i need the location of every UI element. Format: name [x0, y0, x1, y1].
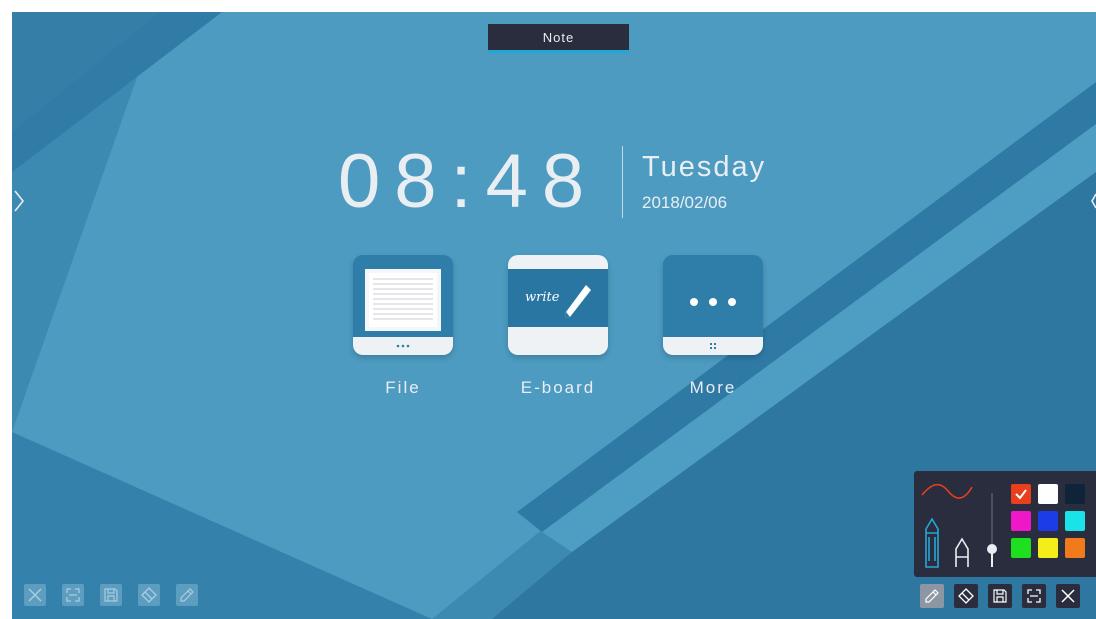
right-eraser-button[interactable]: [954, 584, 978, 608]
right-pen-button[interactable]: [920, 584, 944, 608]
right-toolbar: [920, 584, 1080, 608]
color-swatch-white[interactable]: [1038, 484, 1058, 504]
close-icon: [28, 588, 42, 602]
check-icon: [1015, 489, 1027, 500]
right-save-button[interactable]: [988, 584, 1012, 608]
close-icon: [1061, 589, 1075, 603]
color-swatch-navy[interactable]: [1065, 484, 1085, 504]
pencil-icon: [565, 285, 591, 318]
left-toolbar: [24, 584, 198, 606]
app-file-label: File: [385, 378, 421, 397]
color-swatch-green[interactable]: [1011, 538, 1031, 558]
right-close-button[interactable]: [1056, 584, 1080, 608]
eraser-icon: [141, 587, 157, 603]
thickness-slider-handle: [987, 544, 997, 554]
right-edge-arrow[interactable]: [1091, 192, 1096, 210]
color-swatch-yellow[interactable]: [1038, 538, 1058, 558]
screenshot-icon: [1027, 589, 1041, 603]
app-more[interactable]: More: [663, 255, 763, 398]
note-tab-label: Note: [542, 29, 575, 45]
left-eraser-button[interactable]: [138, 584, 160, 606]
app-file[interactable]: File: [353, 255, 453, 398]
clock-time: 08:48: [338, 139, 599, 224]
stroke-preview: [921, 483, 973, 499]
pen-icon: [180, 588, 194, 602]
screenshot-icon: [66, 588, 80, 602]
app-eboard-label: E-board: [520, 378, 596, 397]
left-edge-arrow[interactable]: [14, 190, 24, 212]
color-swatch-magenta[interactable]: [1011, 511, 1031, 531]
pencil-tool-icon: [925, 517, 939, 568]
color-swatch-orange[interactable]: [1065, 538, 1085, 558]
clock-weekday: Tuesday: [642, 151, 767, 183]
pen-icon: [925, 589, 939, 603]
highlighter-tool-icon: [955, 537, 969, 567]
left-save-button[interactable]: [100, 584, 122, 606]
more-icon: [663, 255, 763, 355]
left-pen-button[interactable]: [176, 584, 198, 606]
save-icon: [104, 588, 118, 602]
right-screenshot-button[interactable]: [1022, 584, 1046, 608]
note-tab[interactable]: Note: [488, 24, 629, 53]
color-swatch-blue[interactable]: [1038, 511, 1058, 531]
app-eboard[interactable]: write E-board: [508, 255, 608, 398]
save-icon: [993, 589, 1007, 603]
color-swatch-red[interactable]: [1011, 484, 1031, 504]
file-icon: [353, 255, 453, 355]
app-more-label: More: [689, 378, 737, 397]
eraser-icon: [958, 588, 974, 604]
pen-settings-panel: [914, 471, 1096, 577]
clock-date: 2018/02/06: [642, 193, 728, 212]
clock-divider: [622, 146, 623, 218]
left-screenshot-button[interactable]: [62, 584, 84, 606]
eboard-icon: write: [508, 255, 608, 355]
left-close-button[interactable]: [24, 584, 46, 606]
desktop-screen: Note 08:48 Tuesday 2018/02/06 File write…: [12, 12, 1096, 619]
color-swatch-cyan[interactable]: [1065, 511, 1085, 531]
